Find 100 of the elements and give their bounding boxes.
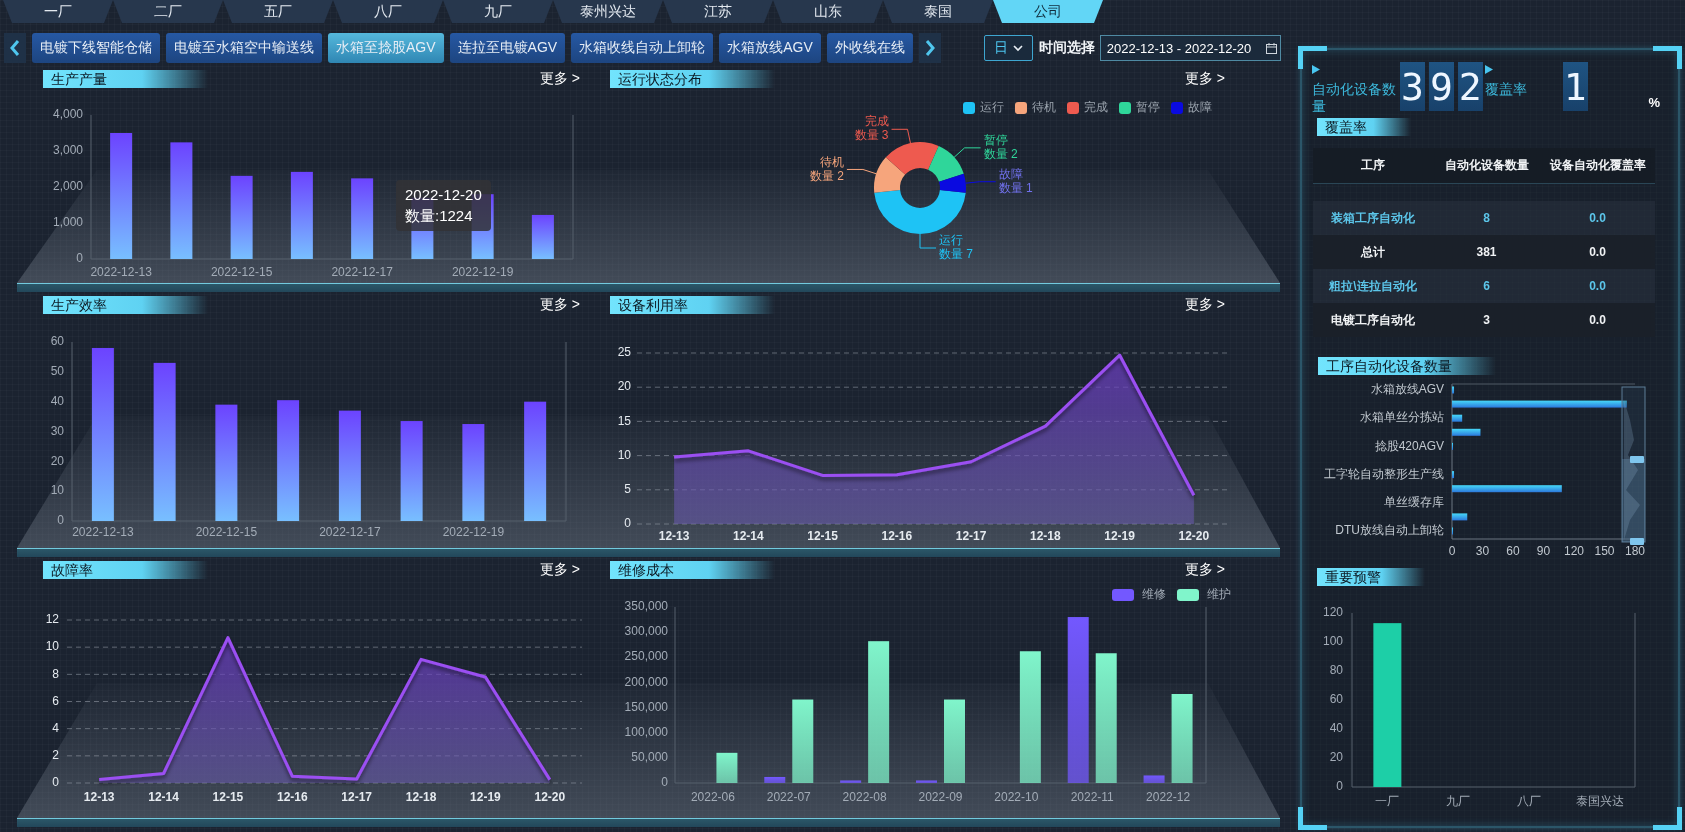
table-cell-text: 8: [1482, 211, 1491, 225]
axis-label: 2022-12-13: [72, 525, 134, 540]
axis-label: 2022-08: [842, 790, 887, 805]
digit-tile: 3: [1400, 62, 1425, 111]
digit-tile: 1: [1562, 62, 1588, 111]
axis-label: 4,000: [52, 107, 83, 122]
axis-label: 30: [1475, 544, 1490, 559]
bar: [716, 752, 738, 783]
axis-label: 120: [1564, 544, 1584, 559]
factory-tab[interactable]: 一厂: [3, 0, 113, 23]
axis-label: 12-13: [658, 529, 690, 544]
zoom-handle[interactable]: [1630, 456, 1644, 463]
axis-label: 250,000: [624, 649, 668, 664]
factory-tab[interactable]: 八厂: [333, 0, 443, 23]
factory-tab[interactable]: 泰州兴达: [553, 0, 663, 23]
axis-label: 12-16: [881, 529, 913, 544]
table-cell-text: 总计: [1359, 243, 1386, 261]
leader-line: [919, 233, 937, 249]
factory-tab[interactable]: 江苏: [663, 0, 773, 23]
axis-label: 泰国兴达: [1575, 794, 1624, 809]
axis-label: 0: [661, 775, 668, 790]
bar: [916, 780, 937, 783]
factory-tab[interactable]: 九厂: [443, 0, 553, 23]
panel-title: 工序自动化设备数量: [1318, 357, 1496, 375]
more-link[interactable]: 更多 >: [1184, 296, 1225, 314]
axis-label: 5: [624, 481, 631, 496]
line-tab[interactable]: 水箱放线AGV: [719, 33, 821, 63]
more-link[interactable]: 更多 >: [1184, 561, 1225, 579]
period-dropdown[interactable]: 日: [983, 35, 1033, 61]
more-link[interactable]: 更多 >: [1184, 70, 1225, 88]
line-tab[interactable]: 电镀至水箱空中输送线: [166, 33, 322, 63]
calendar-icon: [1265, 42, 1277, 54]
axis-label: 100,000: [624, 724, 668, 739]
axis-label: 50: [50, 364, 64, 378]
triangle-icon: [1484, 65, 1493, 74]
tooltip-title: 2022-12-20: [405, 186, 482, 204]
digit-tile: 9: [1428, 62, 1454, 111]
scroll-right-button[interactable]: [918, 33, 941, 63]
bar: [840, 780, 862, 783]
factory-tab[interactable]: 五厂: [223, 0, 333, 23]
factory-tab[interactable]: 泰国: [883, 0, 993, 23]
axis-label: 2022-12: [1146, 790, 1191, 805]
axis-label: 2022-12-15: [195, 525, 258, 540]
axis-label: DTU放线自动上卸轮: [1335, 523, 1444, 538]
table-cell-text: 粗拉\连拉自动化: [1328, 277, 1418, 295]
scroll-left-button[interactable]: [4, 33, 26, 63]
axis-label: 12-17: [341, 790, 373, 805]
chevron-left-icon: [9, 39, 21, 57]
axis-label: 九厂: [1446, 794, 1471, 809]
digit-tile: 2: [1457, 62, 1483, 111]
factory-tab[interactable]: 二厂: [113, 0, 223, 23]
zoom-slider[interactable]: [1621, 386, 1646, 543]
line-tab[interactable]: 外收线在线: [826, 33, 913, 63]
axis-label: 15: [617, 413, 631, 428]
corner-bracket-icon: [1653, 807, 1682, 830]
axis-label: 单丝缓存库: [1384, 494, 1444, 509]
axis-label: 4: [52, 720, 59, 735]
table-cell-text: 0.0: [1588, 279, 1607, 293]
slice-label: 故障 数量 1: [998, 166, 1033, 195]
axis-label: 80: [1329, 663, 1343, 678]
bar: [1452, 386, 1455, 394]
axis-label: 2022-12-19: [442, 525, 505, 540]
axis-label: 10: [45, 639, 59, 654]
leader-line: [965, 181, 997, 184]
axis-label: 150: [1594, 544, 1615, 559]
axis-label: 12: [45, 612, 59, 627]
corner-bracket-icon: [1653, 46, 1682, 69]
more-link[interactable]: 更多 >: [539, 561, 580, 579]
tooltip-text: 数量:1224: [405, 207, 474, 225]
axis-label: 2022-12-17: [319, 525, 381, 540]
axis-label: 350,000: [624, 599, 668, 614]
axis-label: 2022-12-15: [210, 265, 273, 280]
zoom-handle[interactable]: [1630, 538, 1644, 545]
slice-label: 待机 数量 2: [809, 154, 844, 183]
corner-bracket-icon: [1298, 807, 1327, 830]
axis-label: 捻股420AGV: [1374, 438, 1444, 453]
factory-tab[interactable]: 山东: [773, 0, 883, 23]
line-tab[interactable]: 连拉至电镀AGV: [449, 33, 566, 63]
date-range-field[interactable]: 2022-12-13 - 2022-12-20: [1099, 35, 1281, 61]
axis-label: 12-14: [148, 790, 179, 805]
more-link[interactable]: 更多 >: [539, 70, 580, 88]
axis-label: 2022-10: [994, 790, 1039, 805]
table-cell-text: 装箱工序自动化: [1330, 209, 1416, 227]
triangle-icon: [1312, 65, 1320, 74]
legend-label: 运行: [980, 100, 1004, 115]
axis-label: 150,000: [624, 699, 668, 714]
more-link[interactable]: 更多 >: [539, 296, 580, 314]
line-tab[interactable]: 电镀下线智能仓储: [32, 33, 160, 63]
table-cell-text: 电镀工序自动化: [1330, 311, 1416, 329]
panel-title: 覆盖率: [1317, 118, 1411, 136]
factory-tab[interactable]: 公司: [993, 0, 1103, 23]
legend-label: 故障: [1188, 100, 1212, 115]
line-tab[interactable]: 水箱收线自动上卸轮: [571, 33, 714, 63]
axis-label: 60: [50, 334, 64, 349]
slice-label: 暂停 数量 2: [983, 133, 1018, 161]
slice-label: 完成 数量 3: [854, 114, 889, 143]
stat-label: 覆盖率: [1484, 81, 1528, 98]
panel-title: 生产效率: [43, 296, 208, 314]
bar: [531, 214, 554, 259]
axis-label: 12-20: [1178, 529, 1210, 544]
